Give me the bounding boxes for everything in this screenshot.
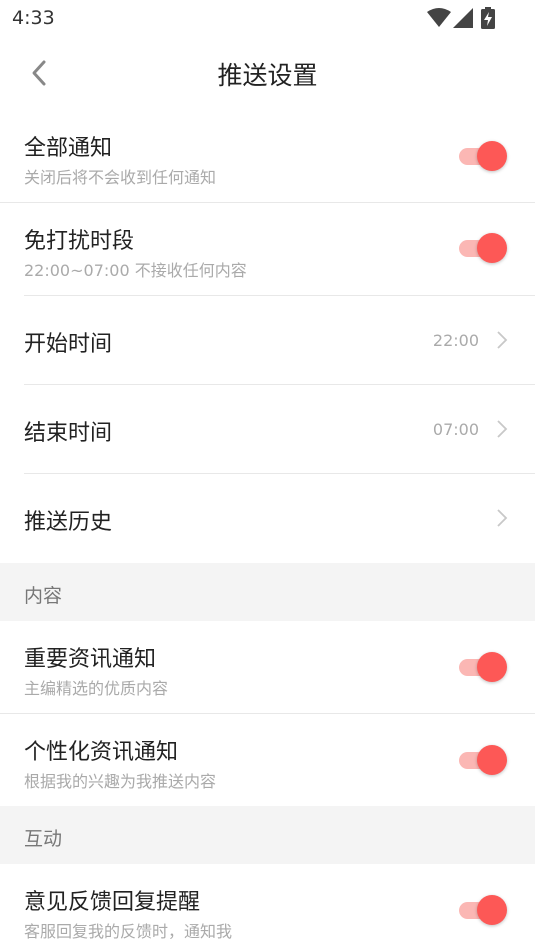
chevron-right-icon <box>497 331 508 349</box>
wifi-icon <box>427 8 451 27</box>
end-time-label: 结束时间 <box>24 421 113 446</box>
start-time-value: 22:00 <box>432 331 479 350</box>
toggle-knob <box>477 745 507 775</box>
end-time-row[interactable]: 结束时间 07:00 <box>0 385 535 474</box>
important-news-toggle[interactable] <box>457 650 507 684</box>
chevron-right-icon <box>497 509 508 527</box>
title-bar: 推送设置 <box>0 36 535 110</box>
start-time-label: 开始时间 <box>24 332 113 357</box>
personalized-news-toggle[interactable] <box>457 743 507 777</box>
all-notifications-toggle[interactable] <box>457 139 507 173</box>
section-header-label: 互动 <box>24 828 63 850</box>
personalized-news-desc: 根据我的兴趣为我推送内容 <box>24 772 217 791</box>
status-icons <box>427 7 497 29</box>
chevron-right-icon <box>497 420 508 438</box>
personalized-news-label: 个性化资讯通知 <box>24 740 179 765</box>
all-notifications-label: 全部通知 <box>24 136 113 161</box>
end-time-value: 07:00 <box>432 420 479 439</box>
battery-charging-icon <box>481 7 495 29</box>
important-news-row[interactable]: 重要资讯通知 主编精选的优质内容 <box>0 621 535 714</box>
push-history-row[interactable]: 推送历史 <box>0 474 535 563</box>
status-time: 4:33 <box>12 7 55 29</box>
important-news-desc: 主编精选的优质内容 <box>24 679 169 698</box>
dnd-toggle[interactable] <box>457 231 507 265</box>
section-header-content: 内容 <box>0 563 535 621</box>
feedback-reply-label: 意见反馈回复提醒 <box>24 890 201 915</box>
section-header-label: 内容 <box>24 585 63 607</box>
section-header-interaction: 互动 <box>0 806 535 864</box>
feedback-reply-desc: 客服回复我的反馈时，通知我 <box>24 922 233 941</box>
dnd-desc: 22:00~07:00 不接收任何内容 <box>24 261 247 280</box>
page-title: 推送设置 <box>217 61 318 90</box>
personalized-news-row[interactable]: 个性化资讯通知 根据我的兴趣为我推送内容 <box>0 714 535 806</box>
status-bar: 4:33 <box>0 0 535 36</box>
start-time-row[interactable]: 开始时间 22:00 <box>0 296 535 385</box>
toggle-knob <box>477 233 507 263</box>
dnd-row[interactable]: 免打扰时段 22:00~07:00 不接收任何内容 <box>0 203 535 296</box>
all-notifications-row[interactable]: 全部通知 关闭后将不会收到任何通知 <box>0 110 535 203</box>
dnd-label: 免打扰时段 <box>24 229 135 254</box>
feedback-reply-row[interactable]: 意见反馈回复提醒 客服回复我的反馈时，通知我 <box>0 864 535 951</box>
feedback-reply-toggle[interactable] <box>457 893 507 927</box>
toggle-knob <box>477 652 507 682</box>
toggle-knob <box>477 895 507 925</box>
signal-icon <box>453 8 473 28</box>
important-news-label: 重要资讯通知 <box>24 647 157 672</box>
push-history-label: 推送历史 <box>24 510 113 535</box>
all-notifications-desc: 关闭后将不会收到任何通知 <box>24 168 217 187</box>
toggle-knob <box>477 141 507 171</box>
